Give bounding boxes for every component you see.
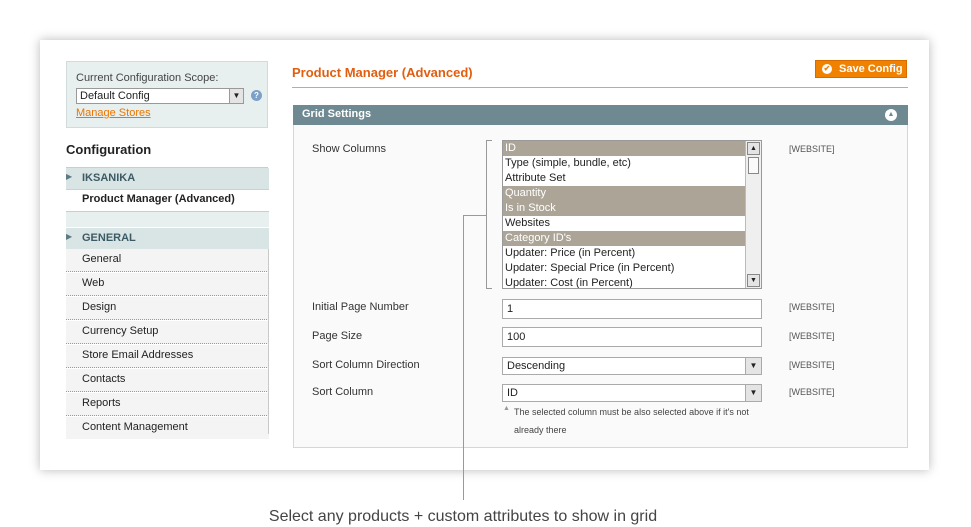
triangle-right-icon: ▶ (66, 232, 73, 241)
callout-connector (463, 215, 486, 219)
grid-settings-header[interactable]: Grid Settings ▲ (293, 105, 908, 125)
chevron-down-icon: ▼ (745, 385, 761, 401)
callout-bracket (486, 140, 492, 289)
sort-direction-select[interactable]: Descending ▼ (502, 357, 762, 375)
scope-select-value: Default Config (80, 90, 150, 102)
show-columns-multiselect[interactable]: ID Type (simple, bundle, etc) Attribute … (502, 140, 762, 289)
chevron-down-icon: ▼ (745, 358, 761, 374)
chevron-up-icon[interactable]: ▲ (747, 142, 760, 155)
sidebar-item-currency-setup[interactable]: Currency Setup (66, 321, 269, 344)
scope-switcher: Current Configuration Scope: Default Con… (66, 61, 268, 128)
chevron-down-icon: ▼ (229, 89, 243, 103)
check-circle-icon: ✔ (822, 64, 832, 74)
sidebar-item-design[interactable]: Design (66, 297, 269, 320)
callout-line (463, 215, 464, 500)
note-arrow-icon: ▲ (503, 405, 510, 412)
sidebar-item-reports[interactable]: Reports (66, 393, 269, 416)
collapse-icon[interactable]: ▲ (885, 109, 897, 121)
column-option[interactable]: Updater: Special Price (in Percent) (503, 261, 746, 276)
sidebar-section-label: GENERAL (82, 232, 136, 244)
column-option[interactable]: Updater: Cost (in Percent) (503, 276, 746, 288)
sidebar-section-iksanika[interactable]: ▶ IKSANIKA (66, 168, 269, 190)
sidebar-item-content-management[interactable]: Content Management (66, 417, 269, 439)
scrollbar-thumb[interactable] (748, 157, 759, 174)
save-config-button[interactable]: ✔ Save Config (815, 60, 907, 78)
show-columns-label: Show Columns (312, 143, 386, 155)
column-option[interactable]: ID (503, 141, 746, 156)
page-title: Product Manager (Advanced) (292, 65, 473, 80)
scope-tag-sort-direction: [WEBSITE] (789, 360, 835, 370)
sidebar-item-web[interactable]: Web (66, 273, 269, 296)
chevron-down-icon[interactable]: ▼ (747, 274, 760, 287)
initial-page-label: Initial Page Number (312, 301, 409, 313)
column-option[interactable]: Type (simple, bundle, etc) (503, 156, 746, 171)
sort-column-note: The selected column must be also selecte… (514, 407, 749, 435)
sidebar-nav: General Web Design Currency Setup Store … (66, 249, 269, 440)
sidebar-item-product-manager[interactable]: Product Manager (Advanced) (82, 193, 235, 205)
sidebar-title: Configuration (66, 142, 152, 157)
column-option[interactable]: Websites (503, 216, 746, 231)
callout-caption: Select any products + custom attributes … (268, 508, 658, 525)
sidebar-divider (66, 211, 269, 227)
help-icon[interactable]: ? (251, 90, 262, 101)
sidebar-section-label: IKSANIKA (82, 172, 136, 184)
sort-column-select[interactable]: ID ▼ (502, 384, 762, 402)
save-config-label: Save Config (839, 63, 903, 75)
scope-select[interactable]: Default Config ▼ (76, 88, 244, 104)
column-option[interactable]: Attribute Set (503, 171, 746, 186)
initial-page-input[interactable]: 1 (502, 299, 762, 319)
triangle-right-icon: ▶ (66, 172, 73, 181)
sidebar-item-contacts[interactable]: Contacts (66, 369, 269, 392)
sort-column-label: Sort Column (312, 386, 374, 398)
sidebar-edge (268, 249, 269, 434)
page-size-input[interactable]: 100 (502, 327, 762, 347)
page-size-label: Page Size (312, 330, 363, 342)
sidebar-item-store-email-addresses[interactable]: Store Email Addresses (66, 345, 269, 368)
column-option[interactable]: Category ID's (503, 231, 746, 246)
scope-tag-sort-column: [WEBSITE] (789, 387, 835, 397)
column-option[interactable]: Is in Stock (503, 201, 746, 216)
column-option[interactable]: Quantity (503, 186, 746, 201)
scope-tag-initial-page: [WEBSITE] (789, 302, 835, 312)
manage-stores-link[interactable]: Manage Stores (76, 107, 151, 119)
title-divider (292, 87, 908, 88)
multiselect-scrollbar[interactable]: ▲ ▼ (745, 141, 761, 288)
scope-tag-page-size: [WEBSITE] (789, 331, 835, 341)
column-option[interactable]: Updater: Price (in Percent) (503, 246, 746, 261)
sidebar-header: Configuration (66, 131, 268, 168)
sort-column-value: ID (507, 387, 518, 399)
sort-direction-value: Descending (507, 360, 566, 372)
sidebar-section-general[interactable]: ▶ GENERAL (66, 228, 269, 250)
scope-label: Current Configuration Scope: (76, 72, 219, 84)
scope-tag-show-columns: [WEBSITE] (789, 144, 835, 154)
sort-direction-label: Sort Column Direction (312, 359, 420, 371)
grid-settings-title: Grid Settings (302, 108, 372, 120)
sidebar-item-general[interactable]: General (66, 249, 269, 272)
